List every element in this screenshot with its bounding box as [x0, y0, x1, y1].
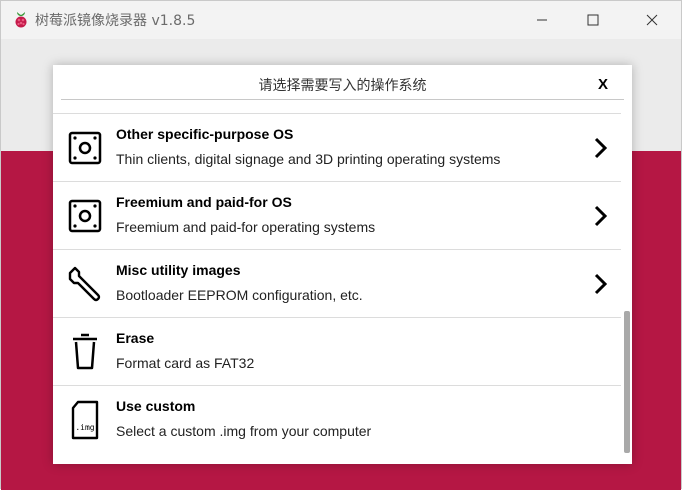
os-item-description: Format card as FAT32 — [116, 355, 255, 371]
sd-card-icon — [65, 128, 105, 168]
dialog-header: 请选择需要写入的操作系统 X — [53, 65, 632, 103]
sd-card-icon — [65, 196, 105, 236]
os-item-other-specific-purpose[interactable]: Other specific-purpose OS Thin clients, … — [53, 113, 621, 181]
title-bar[interactable]: 树莓派镜像烧录器 v1.8.5 — [1, 1, 681, 39]
os-select-dialog: 请选择需要写入的操作系统 X Other specific-purpose OS… — [53, 65, 632, 464]
minimize-button[interactable] — [517, 1, 567, 39]
raspberry-logo-icon — [15, 12, 27, 28]
os-item-description: Bootloader EEPROM configuration, etc. — [116, 287, 363, 303]
os-item-name: Use custom — [116, 398, 196, 414]
os-item-freemium-paid[interactable]: Freemium and paid-for OS Freemium and pa… — [53, 181, 621, 249]
app-window: 树莓派镜像烧录器 v1.8.5 请选择需要写入的操作系统 X Other spe… — [0, 0, 682, 490]
os-item-description: Thin clients, digital signage and 3D pri… — [116, 151, 501, 167]
os-item-name: Other specific-purpose OS — [116, 126, 294, 142]
os-item-misc-utility[interactable]: Misc utility images Bootloader EEPROM co… — [53, 249, 621, 317]
os-item-name: Misc utility images — [116, 262, 241, 278]
os-item-description: Select a custom .img from your computer — [116, 423, 372, 439]
scrollbar-thumb[interactable] — [624, 311, 630, 453]
img-file-icon: .img — [65, 400, 105, 440]
maximize-button[interactable] — [568, 1, 618, 39]
os-item-name: Erase — [116, 330, 155, 346]
dialog-title: 请选择需要写入的操作系统 — [258, 78, 427, 94]
maximize-icon — [587, 14, 599, 26]
os-item-use-custom[interactable]: .img Use custom Select a custom .img fro… — [53, 385, 621, 453]
chevron-right-icon — [594, 273, 608, 295]
chevron-right-icon — [594, 137, 608, 159]
os-list: Other specific-purpose OS Thin clients, … — [53, 113, 621, 464]
img-file-label: .img — [75, 423, 94, 432]
window-title: 树莓派镜像烧录器 v1.8.5 — [35, 13, 196, 29]
dialog-close-button[interactable]: X — [591, 73, 615, 97]
os-item-name: Freemium and paid-for OS — [116, 194, 292, 210]
close-window-button[interactable] — [627, 1, 677, 39]
wrench-icon — [65, 264, 105, 304]
trash-icon — [65, 332, 105, 372]
header-divider — [61, 99, 624, 100]
os-item-description: Freemium and paid-for operating systems — [116, 219, 376, 235]
list-scrollbar[interactable] — [623, 105, 631, 460]
os-item-erase[interactable]: Erase Format card as FAT32 — [53, 317, 621, 385]
chevron-right-icon — [594, 205, 608, 227]
close-icon — [646, 14, 658, 26]
minimize-icon — [537, 19, 547, 21]
